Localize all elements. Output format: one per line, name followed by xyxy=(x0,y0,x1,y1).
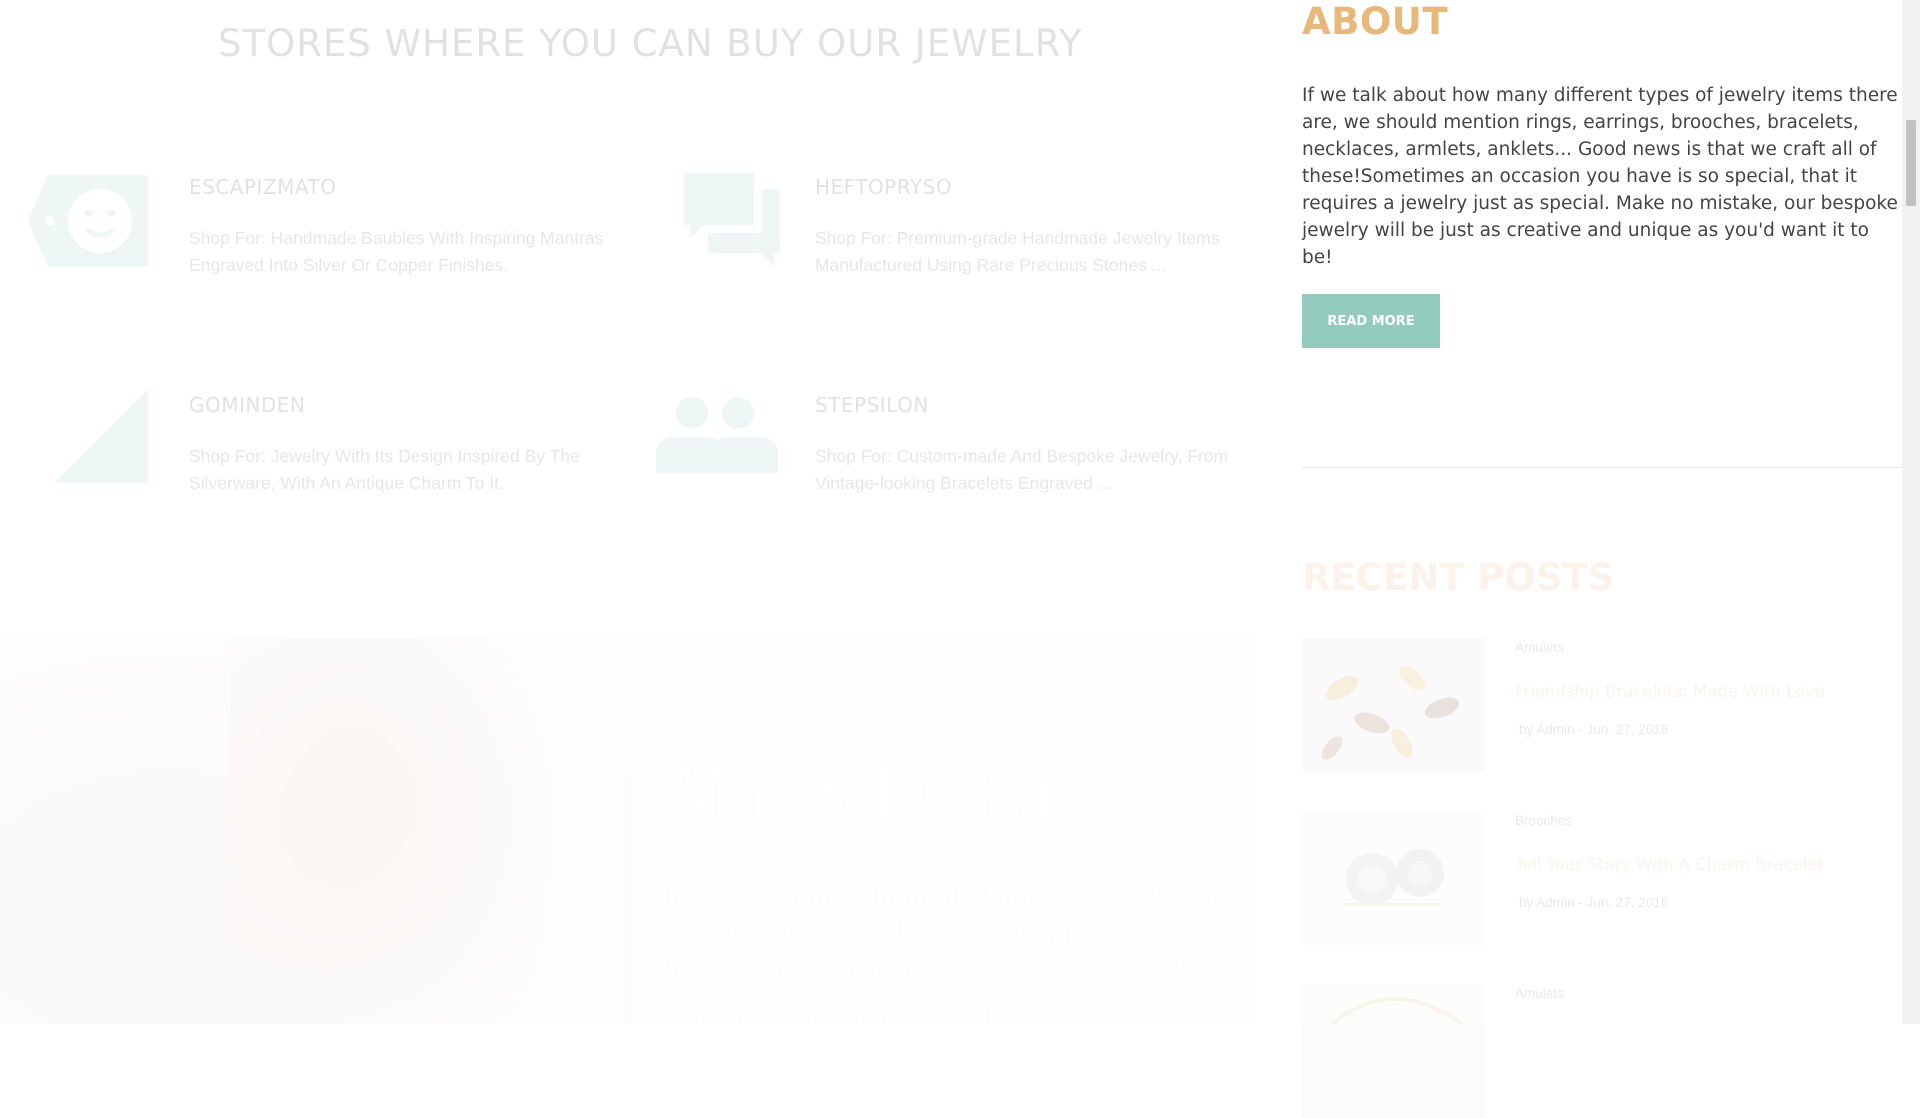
post-meta: by Admin - Jun. 27, 2016 xyxy=(1519,895,1669,910)
story-divider xyxy=(624,778,626,1024)
sidebar-divider xyxy=(1302,467,1902,468)
recent-posts-title: RECENT POSTS xyxy=(1302,556,1615,599)
post-category[interactable]: Brooches xyxy=(1515,813,1572,828)
post-category[interactable]: Amulets xyxy=(1515,640,1564,655)
store-description: Shop For: Custom-made And Bespoke Jewelr… xyxy=(815,446,1229,493)
price-tag-smile-icon xyxy=(28,175,148,272)
scrollbar-thumb[interactable] xyxy=(1906,120,1916,206)
store-name[interactable]: HEFTOPRYSO xyxy=(815,175,952,199)
read-more-button[interactable]: READ MORE xyxy=(1302,294,1440,348)
post-thumbnail[interactable] xyxy=(1302,984,1485,1118)
post-item[interactable]: Amulets Friendship Bracelets: Made With … xyxy=(1302,638,1902,772)
store-item[interactable]: ESCAPIZMATO Shop For: Handmade Baubles W… xyxy=(28,175,648,315)
post-category[interactable]: Amulets xyxy=(1515,986,1564,1001)
story-lead: Hello there, my name is Mary. I have bee… xyxy=(668,883,1222,981)
store-description: Shop For: Premium-grade Handmade Jewelry… xyxy=(815,228,1220,275)
my-story-section: MY STORY Hello there, my name is Mary. I… xyxy=(0,638,1252,1024)
post-thumbnail[interactable] xyxy=(1302,638,1485,772)
post-thumbnail[interactable] xyxy=(1302,811,1485,945)
store-description: Shop For: Jewelry With Its Design Inspir… xyxy=(189,446,580,493)
chat-bubbles-icon xyxy=(684,173,780,272)
portrait-hair xyxy=(230,638,550,1024)
store-name[interactable]: STEPSILON xyxy=(815,393,929,417)
store-item[interactable]: GOMINDEN Shop For: Jewelry With Its Desi… xyxy=(28,389,648,533)
about-text: If we talk about how many different type… xyxy=(1302,85,1898,268)
post-item[interactable]: Amulets xyxy=(1302,984,1902,1118)
store-name[interactable]: ESCAPIZMATO xyxy=(189,175,336,199)
story-body: As a little girl, I would draw the sketc… xyxy=(668,1007,1156,1024)
post-title[interactable]: Tell Your Story With A Charm Bracelet xyxy=(1515,855,1824,874)
users-icon xyxy=(656,397,778,478)
triangle-icon xyxy=(54,389,148,488)
post-meta: by Admin - Jun. 27, 2016 xyxy=(1519,722,1669,737)
store-item[interactable]: STEPSILON Shop For: Custom-made And Besp… xyxy=(654,393,1274,533)
post-item[interactable]: Brooches Tell Your Story With A Charm Br… xyxy=(1302,811,1902,945)
post-title[interactable]: Friendship Bracelets: Made With Love xyxy=(1515,682,1825,701)
stores-title: STORES WHERE YOU CAN BUY OUR JEWELRY xyxy=(218,22,1083,65)
store-item[interactable]: HEFTOPRYSO Shop For: Premium-grade Handm… xyxy=(654,173,1274,315)
store-description: Shop For: Handmade Baubles With Inspirin… xyxy=(189,228,604,275)
page-scrollbar[interactable] xyxy=(1902,0,1920,1024)
story-title: MY STORY xyxy=(668,748,1070,837)
store-name[interactable]: GOMINDEN xyxy=(189,393,305,417)
about-title: ABOUT xyxy=(1302,0,1449,43)
